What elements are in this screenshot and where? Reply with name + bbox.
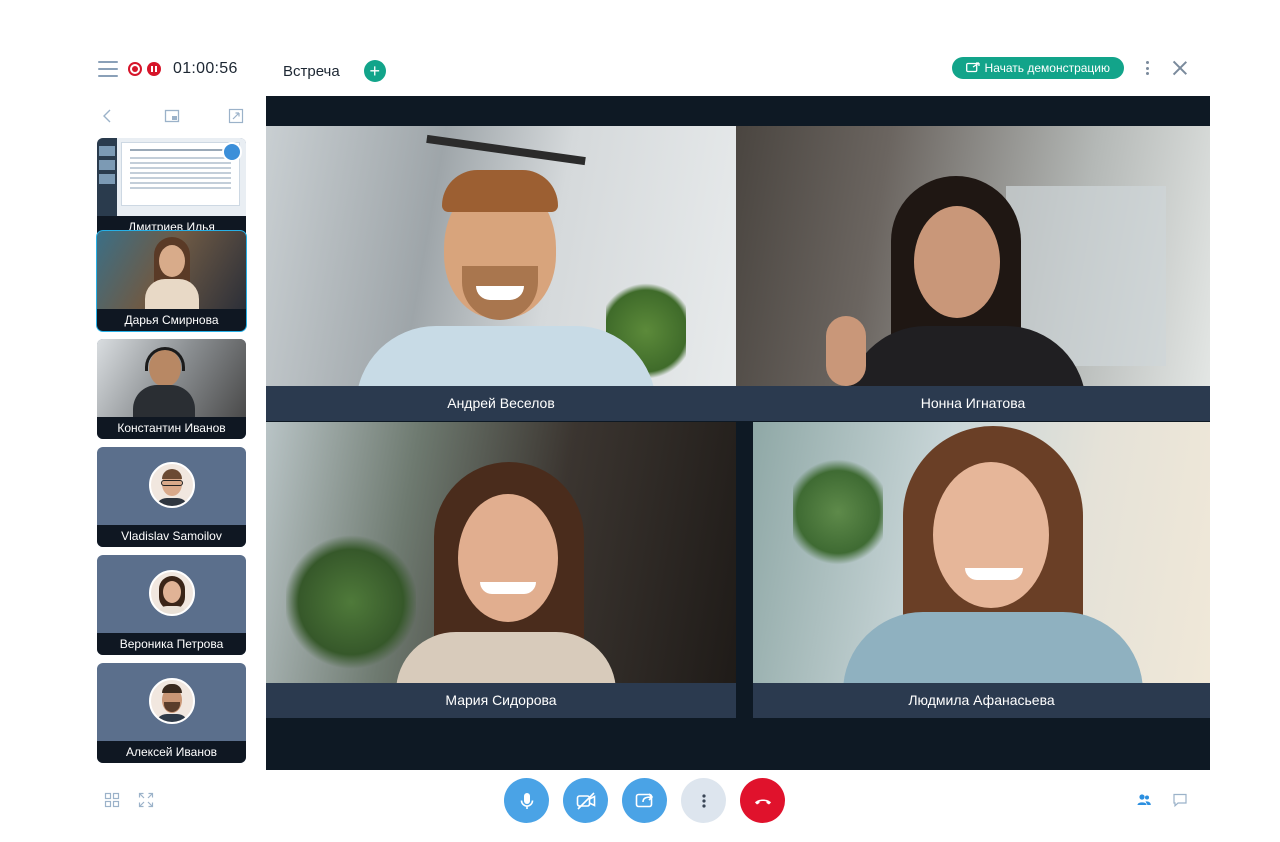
sidebar-tile-video[interactable]: Константин Иванов	[97, 339, 246, 439]
tile-name: Vladislav Samoilov	[97, 525, 246, 547]
grid-layout-icon[interactable]	[104, 792, 120, 808]
sidebar-tile-avatar[interactable]: Vladislav Samoilov	[97, 447, 246, 547]
avatar	[148, 570, 195, 616]
top-left-bar: 01:00:56	[98, 58, 238, 80]
participant-video	[753, 422, 1210, 692]
more-button[interactable]	[681, 778, 726, 823]
microphone-button[interactable]	[504, 778, 549, 823]
camera-button[interactable]	[563, 778, 608, 823]
pause-record-icon[interactable]	[147, 62, 161, 76]
side-panel-controls	[1136, 792, 1188, 808]
participant-name: Людмила Афанасьева	[753, 683, 1210, 718]
expand-icon[interactable]	[228, 108, 244, 124]
more-icon	[701, 793, 706, 808]
menu-icon[interactable]	[98, 61, 118, 77]
meeting-title-area: Встреча +	[283, 60, 386, 82]
participant-name: Нонна Игнатова	[736, 386, 1210, 421]
share-screen-icon	[635, 792, 653, 807]
meeting-title: Встреча	[283, 62, 340, 80]
hang-up-button[interactable]	[740, 778, 785, 823]
participant-video-tile[interactable]: Андрей Веселов	[266, 126, 736, 421]
participant-video-tile[interactable]: Нонна Игнатова	[736, 126, 1210, 421]
participant-video-tile[interactable]: Мария Сидорова	[266, 422, 736, 718]
sharing-badge-icon	[222, 142, 242, 162]
tile-name: Дарья Смирнова	[97, 309, 246, 331]
video-stage: Андрей Веселов Нонна Игнатова Мария Сидо…	[266, 96, 1210, 770]
tile-name: Вероника Петрова	[97, 633, 246, 655]
sidebar-tile-video[interactable]: Дарья Смирнова	[96, 230, 247, 332]
participant-video	[266, 422, 736, 692]
layout-controls	[104, 792, 154, 808]
participant-name: Андрей Веселов	[266, 386, 736, 421]
call-timer: 01:00:56	[173, 60, 238, 77]
close-icon[interactable]	[1172, 60, 1188, 76]
more-options-icon[interactable]	[1140, 59, 1154, 77]
share-screen-icon	[965, 62, 980, 73]
participants-icon[interactable]	[1136, 792, 1152, 808]
tile-name: Константин Иванов	[97, 417, 246, 439]
screen-share-preview	[97, 138, 246, 216]
start-demo-label: Начать демонстрацию	[984, 61, 1110, 75]
participant-video	[736, 126, 1210, 406]
participant-name: Мария Сидорова	[266, 683, 736, 718]
share-screen-button[interactable]	[622, 778, 667, 823]
camera-off-icon	[576, 791, 595, 810]
avatar	[148, 462, 195, 508]
microphone-icon	[520, 792, 533, 809]
sidebar-tile-screen[interactable]: Дмитриев Илья	[97, 138, 246, 238]
participant-video-tile[interactable]: Людмила Афанасьева	[753, 422, 1210, 718]
sidebar-tile-avatar[interactable]: Алексей Иванов	[97, 663, 246, 763]
sidebar-controls	[100, 108, 244, 124]
tile-name: Алексей Иванов	[97, 741, 246, 763]
picture-in-picture-icon[interactable]	[164, 108, 180, 124]
top-right-actions: Начать демонстрацию	[951, 57, 1188, 79]
participant-video	[266, 126, 736, 406]
participant-video	[97, 339, 246, 417]
add-participant-button[interactable]: +	[363, 60, 386, 82]
call-controls	[504, 778, 785, 823]
fullscreen-icon[interactable]	[138, 792, 154, 808]
hang-up-icon	[754, 799, 771, 804]
record-icon[interactable]	[128, 62, 142, 76]
sidebar-tile-avatar[interactable]: Вероника Петрова	[97, 555, 246, 655]
participant-video	[97, 231, 246, 309]
start-demo-button[interactable]: Начать демонстрацию	[951, 57, 1124, 79]
collapse-sidebar-icon[interactable]	[100, 108, 116, 124]
avatar	[148, 678, 195, 724]
chat-icon[interactable]	[1172, 792, 1188, 808]
